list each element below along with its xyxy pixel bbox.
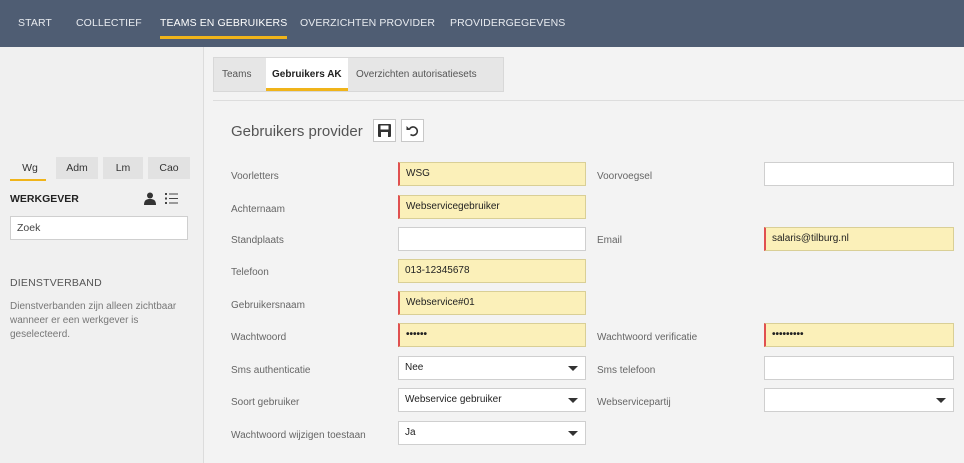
sms-authenticatie-value: Nee [405,362,424,373]
form-title: Gebruikers provider [231,123,363,140]
sidebar-tab-wg[interactable]: Wg [10,157,50,181]
achternaam-field[interactable]: Webservicegebruiker [398,195,586,219]
save-button[interactable] [373,119,396,142]
save-icon [378,124,391,137]
sms-telefoon-field[interactable] [764,356,954,380]
nav-providergegevens[interactable]: PROVIDERGEGEVENS [450,0,565,47]
caret-down-icon [568,398,578,403]
wachtwoord-wijzigen-label: Wachtwoord wijzigen toestaan [231,430,366,441]
dienstverband-note: Dienstverbanden zijn alleen zichtbaar wa… [10,301,177,340]
nav-collectief[interactable]: COLLECTIEF [76,0,142,47]
voorvoegsel-label: Voorvoegsel [597,171,653,182]
voorletters-label: Voorletters [231,171,279,182]
list-icon[interactable] [165,193,178,204]
undo-button[interactable] [401,119,424,142]
sidebar: Wg Adm Lm Cao WERKGEVER DIENSTVERBAND Di… [0,47,204,463]
standplaats-label: Standplaats [231,235,284,246]
person-icon[interactable] [144,192,156,205]
tab-gebruikers-ak[interactable]: Gebruikers AK [266,58,348,91]
email-field[interactable]: salaris@tilburg.nl [764,227,954,251]
soort-gebruiker-value: Webservice gebruiker [405,394,502,405]
sidebar-tab-adm[interactable]: Adm [56,157,98,179]
nav-teams-en-gebruikers[interactable]: TEAMS EN GEBRUIKERS [160,0,288,47]
voorvoegsel-field[interactable] [764,162,954,186]
tab-teams[interactable]: Teams [222,58,251,91]
top-navigation: START COLLECTIEF TEAMS EN GEBRUIKERS OVE… [0,0,964,47]
soort-gebruiker-label: Soort gebruiker [231,397,300,408]
sidebar-tab-lm[interactable]: Lm [103,157,143,179]
wachtwoord-label: Wachtwoord [231,332,287,343]
sidebar-tabs: Wg Adm Lm Cao [10,157,190,181]
dienstverband-heading: DIENSTVERBAND [10,277,102,289]
soort-gebruiker-select[interactable]: Webservice gebruiker [398,388,586,412]
nav-overzichten-provider[interactable]: OVERZICHTEN PROVIDER [300,0,435,47]
werkgever-heading: WERKGEVER [10,193,79,205]
caret-down-icon [568,431,578,436]
sms-authenticatie-select[interactable]: Nee [398,356,586,380]
divider [213,100,964,101]
subtabs: Teams Gebruikers AK Overzichten autorisa… [213,57,504,92]
tab-overzichten-autorisatiesets[interactable]: Overzichten autorisatiesets [356,58,477,91]
email-label: Email [597,235,623,246]
nav-start[interactable]: START [18,0,52,47]
standplaats-field[interactable] [398,227,586,251]
achternaam-label: Achternaam [231,204,285,215]
telefoon-field[interactable]: 013-12345678 [398,259,586,283]
sms-authenticatie-label: Sms authenticatie [231,365,311,376]
werkgever-search-input[interactable] [10,216,188,240]
caret-down-icon [936,398,946,403]
main-content: Teams Gebruikers AK Overzichten autorisa… [205,47,964,463]
caret-down-icon [568,366,578,371]
telefoon-label: Telefoon [231,267,269,278]
wachtwoord-field[interactable]: •••••• [398,323,586,347]
wachtwoord-wijzigen-value: Ja [405,427,416,438]
undo-icon [406,126,419,137]
wachtwoord-wijzigen-select[interactable]: Ja [398,421,586,445]
wachtwoord-verificatie-field[interactable]: ••••••••• [764,323,954,347]
gebruikersnaam-label: Gebruikersnaam [231,300,305,311]
sidebar-tab-cao[interactable]: Cao [148,157,190,179]
gebruikersnaam-field[interactable]: Webservice#01 [398,291,586,315]
wachtwoord-verificatie-label: Wachtwoord verificatie [597,332,698,343]
webservicepartij-label: Webservicepartij [597,397,671,408]
webservicepartij-select[interactable] [764,388,954,412]
sms-telefoon-label: Sms telefoon [597,365,656,376]
voorletters-field[interactable]: WSG [398,162,586,186]
